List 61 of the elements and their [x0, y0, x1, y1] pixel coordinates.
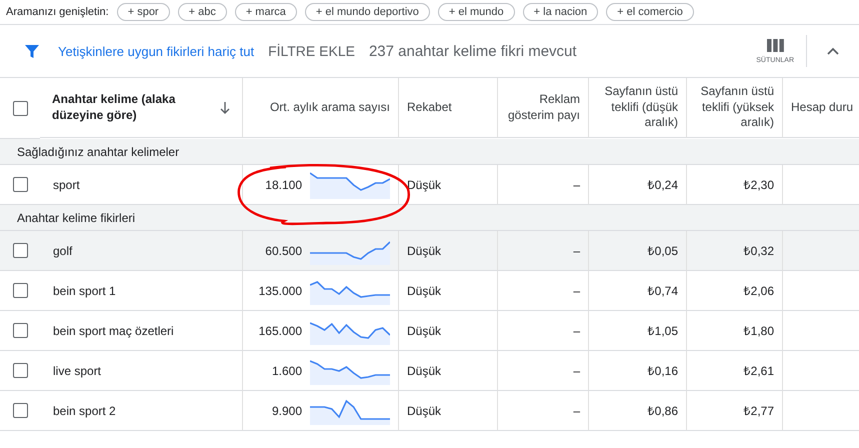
bid-low-cell: ₺0,16: [588, 351, 686, 391]
bid-low-cell: ₺1,05: [588, 311, 686, 351]
bid-high-cell: ₺0,32: [686, 231, 782, 271]
add-filter-button[interactable]: FİLTRE EKLE: [262, 42, 361, 60]
competition-cell: Düşük: [398, 351, 497, 391]
keyword-suggestion-chip[interactable]: + abc: [178, 3, 227, 21]
bid-high-cell: ₺2,61: [686, 351, 782, 391]
row-checkbox[interactable]: [12, 177, 28, 192]
search-volume: 165.000: [258, 324, 302, 338]
impression-share-cell: –: [497, 351, 588, 391]
keyword-cell: golf: [40, 231, 242, 271]
column-header[interactable]: Sayfanın üstü teklifi (yüksek aralık): [686, 78, 782, 138]
bid-high-cell: ₺2,06: [686, 271, 782, 311]
competition-cell: Düşük: [398, 271, 497, 311]
expand-search-label: Aramanızı genişletin:: [6, 6, 109, 18]
bid-low-cell: ₺0,24: [588, 165, 686, 205]
bid-high-cell: ₺1,80: [686, 311, 782, 351]
row-checkbox[interactable]: [12, 243, 28, 258]
search-volume: 60.500: [265, 244, 302, 258]
search-volume: 18.100: [265, 178, 302, 192]
impression-share-cell: –: [497, 165, 588, 205]
sort-arrow-icon[interactable]: [220, 102, 230, 114]
search-volume: 1.600: [272, 364, 302, 378]
column-header[interactable]: Ort. aylık arama sayısı: [242, 78, 398, 138]
column-header[interactable]: Rekabet: [398, 78, 497, 138]
column-header[interactable]: Hesap duru: [782, 78, 859, 138]
row-checkbox[interactable]: [12, 283, 28, 298]
keyword-suggestion-chip[interactable]: + el mundo: [438, 3, 515, 21]
impression-share-cell: –: [497, 231, 588, 271]
column-header[interactable]: Sayfanın üstü teklifi (düşük aralık): [588, 78, 686, 138]
keyword-suggestion-chip[interactable]: + marca: [234, 3, 297, 21]
competition-cell: Düşük: [398, 391, 497, 431]
search-volume: 135.000: [258, 284, 302, 298]
competition-cell: Düşük: [398, 231, 497, 271]
columns-icon: [766, 38, 784, 52]
keyword-suggestion-chip[interactable]: + spor: [116, 3, 170, 21]
keyword-suggestion-chip[interactable]: + la nacion: [522, 3, 598, 21]
impression-share-cell: –: [497, 311, 588, 351]
select-all-checkbox[interactable]: [12, 100, 28, 116]
competition-cell: Düşük: [398, 311, 497, 351]
group-header: Anahtar kelime fikirleri: [0, 205, 859, 231]
keyword-suggestion-chip[interactable]: + el mundo deportivo: [304, 3, 430, 21]
row-checkbox[interactable]: [12, 363, 28, 378]
bid-high-cell: ₺2,30: [686, 165, 782, 205]
bid-high-cell: ₺2,77: [686, 391, 782, 431]
keyword-count: 237 anahtar kelime fikri mevcut: [368, 42, 577, 60]
competition-cell: Düşük: [398, 165, 497, 205]
impression-share-cell: –: [497, 391, 588, 431]
column-header[interactable]: Reklam gösterim payı: [497, 78, 588, 138]
row-checkbox[interactable]: [12, 403, 28, 418]
search-volume: 9.900: [272, 404, 302, 418]
keyword-suggestion-chip[interactable]: + el comercio: [606, 3, 694, 21]
impression-share-cell: –: [497, 271, 588, 311]
bid-low-cell: ₺0,86: [588, 391, 686, 431]
adult-filter-link[interactable]: Yetişkinlere uygun fikirleri hariç tut: [58, 44, 254, 58]
filter-icon[interactable]: [24, 43, 40, 59]
group-header: Sağladığınız anahtar kelimeler: [0, 139, 859, 165]
bid-low-cell: ₺0,05: [588, 231, 686, 271]
column-header[interactable]: Anahtar kelime (alaka düzeyine göre): [52, 92, 202, 124]
row-checkbox[interactable]: [12, 323, 28, 338]
bid-low-cell: ₺0,74: [588, 271, 686, 311]
